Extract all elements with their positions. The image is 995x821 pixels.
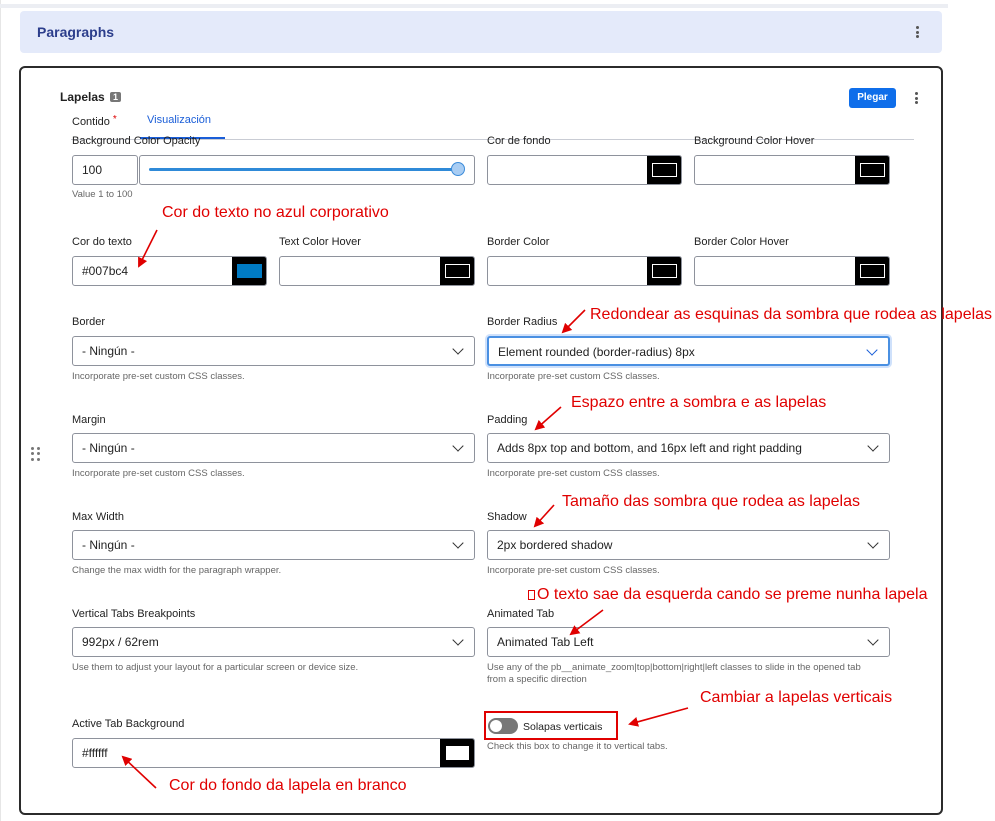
border-radius-description: Incorporate pre-set custom CSS classes. — [487, 371, 660, 382]
border-color-swatch[interactable] — [647, 257, 681, 285]
margin-select[interactable]: - Ningún - — [72, 433, 475, 463]
page-top-strip — [0, 4, 948, 8]
bg-opacity-description: Value 1 to 100 — [72, 189, 133, 200]
required-marker: * — [112, 114, 117, 125]
bg-opacity-slider-track — [149, 168, 459, 171]
max-width-description: Change the max width for the paragraph w… — [72, 565, 282, 576]
paragraphs-header: Paragraphs — [20, 11, 942, 53]
border-radius-select-value: Element rounded (border-radius) 8px — [498, 345, 695, 359]
vertical-breakpoints-select[interactable]: 992px / 62rem — [72, 627, 475, 657]
padding-select-value: Adds 8px top and bottom, and 16px left a… — [497, 441, 802, 455]
text-color-value: #007bc4 — [82, 264, 129, 278]
active-tab-bg-swatch[interactable] — [440, 739, 474, 767]
active-tab-bg-label: Active Tab Background — [72, 718, 185, 730]
chevron-down-icon — [452, 634, 464, 646]
border-description: Incorporate pre-set custom CSS classes. — [72, 371, 245, 382]
border-color-hover-swatch[interactable] — [855, 257, 889, 285]
paragraphs-title: Paragraphs — [37, 24, 115, 40]
annotation-shadow: Tamaño das sombra que rodea as lapelas — [562, 493, 860, 510]
animated-tab-select-value: Animated Tab Left — [497, 635, 594, 649]
max-width-select[interactable]: - Ningún - — [72, 530, 475, 560]
tab-contido[interactable]: Contido * — [72, 114, 117, 128]
padding-label: Padding — [487, 414, 528, 426]
annotation-vertical: Cambiar a lapelas verticais — [700, 689, 893, 706]
bg-color-hover-label: Background Color Hover — [694, 135, 815, 147]
border-color-input[interactable] — [487, 256, 682, 286]
annotation-animated: O texto sae da esquerda cando se preme n… — [528, 586, 928, 604]
component-title: Lapelas 1 — [60, 90, 122, 104]
text-color-swatch[interactable] — [232, 257, 266, 285]
text-color-hover-label: Text Color Hover — [279, 236, 361, 248]
padding-description: Incorporate pre-set custom CSS classes. — [487, 468, 660, 479]
text-color-input[interactable]: #007bc4 — [72, 256, 267, 286]
padding-select[interactable]: Adds 8px top and bottom, and 16px left a… — [487, 433, 890, 463]
chevron-down-icon — [866, 344, 878, 356]
tab-visualizacion[interactable]: Visualización — [147, 114, 211, 126]
component-count-badge: 1 — [110, 92, 122, 102]
shadow-select[interactable]: 2px bordered shadow — [487, 530, 890, 560]
component-title-text: Lapelas — [60, 90, 105, 104]
bg-color-input[interactable] — [487, 155, 682, 185]
missing-glyph-icon — [528, 590, 535, 600]
annotation-animated-text: O texto sae da esquerda cando se preme n… — [537, 586, 928, 603]
page-left-edge — [0, 0, 1, 821]
annotation-text-color: Cor do texto no azul corporativo — [162, 204, 389, 221]
bg-opacity-input[interactable]: 100 — [72, 155, 138, 185]
margin-label: Margin — [72, 414, 106, 426]
active-tab-bg-value: #ffffff — [82, 746, 108, 760]
shadow-label: Shadow — [487, 511, 527, 523]
shadow-description: Incorporate pre-set custom CSS classes. — [487, 565, 660, 576]
tab-contido-label: Contido — [72, 116, 110, 128]
active-tab-bg-input[interactable]: #ffffff — [72, 738, 475, 768]
shadow-select-value: 2px bordered shadow — [497, 538, 613, 552]
border-label: Border — [72, 316, 106, 328]
bg-color-hover-swatch[interactable] — [855, 156, 889, 184]
annotation-padding: Espazo entre a sombra e as lapelas — [571, 394, 827, 411]
bg-color-label: Cor de fondo — [487, 135, 551, 147]
paragraphs-more-icon[interactable] — [912, 24, 922, 40]
bg-opacity-label: Background Color Opacity — [72, 135, 201, 147]
annotation-border-radius: Redondear as esquinas da sombra que rode… — [590, 306, 993, 323]
vertical-breakpoints-label: Vertical Tabs Breakpoints — [72, 608, 196, 620]
bg-opacity-slider-thumb[interactable] — [451, 162, 465, 176]
border-radius-label: Border Radius — [487, 316, 558, 328]
vertical-tabs-description: Check this box to change it to vertical … — [487, 741, 668, 752]
margin-select-value: - Ningún - — [82, 441, 135, 455]
chevron-down-icon — [867, 634, 879, 646]
text-color-label: Cor do texto — [72, 236, 132, 248]
chevron-down-icon — [452, 343, 464, 355]
max-width-label: Max Width — [72, 511, 124, 523]
margin-description: Incorporate pre-set custom CSS classes. — [72, 468, 245, 479]
drag-handle-icon[interactable] — [31, 447, 41, 461]
animated-tab-description-line1: Use any of the pb__animate_zoom|top|bott… — [487, 662, 861, 673]
chevron-down-icon — [452, 440, 464, 452]
animated-tab-label: Animated Tab — [487, 608, 555, 620]
text-color-hover-swatch[interactable] — [440, 257, 474, 285]
border-select-value: - Ningún - — [82, 344, 135, 358]
text-color-hover-input[interactable] — [279, 256, 475, 286]
border-color-hover-label: Border Color Hover — [694, 236, 789, 248]
chevron-down-icon — [452, 537, 464, 549]
max-width-select-value: - Ningún - — [82, 538, 135, 552]
vertical-breakpoints-description: Use them to adjust your layout for a par… — [72, 662, 359, 673]
animated-tab-select[interactable]: Animated Tab Left — [487, 627, 890, 657]
chevron-down-icon — [867, 537, 879, 549]
border-color-label: Border Color — [487, 236, 550, 248]
collapse-button[interactable]: Plegar — [849, 88, 896, 108]
annotation-active-bg: Cor do fondo da lapela en branco — [169, 777, 407, 794]
component-more-icon[interactable] — [911, 90, 921, 106]
vertical-tabs-label[interactable]: Solapas verticais — [523, 721, 602, 733]
animated-tab-description-line2: from a specific direction — [487, 674, 587, 685]
border-select[interactable]: - Ningún - — [72, 336, 475, 366]
chevron-down-icon — [867, 440, 879, 452]
vertical-breakpoints-select-value: 992px / 62rem — [82, 635, 159, 649]
bg-color-hover-input[interactable] — [694, 155, 890, 185]
bg-color-swatch[interactable] — [647, 156, 681, 184]
vertical-tabs-toggle[interactable] — [488, 718, 518, 734]
border-color-hover-input[interactable] — [694, 256, 890, 286]
border-radius-select[interactable]: Element rounded (border-radius) 8px — [487, 336, 890, 366]
